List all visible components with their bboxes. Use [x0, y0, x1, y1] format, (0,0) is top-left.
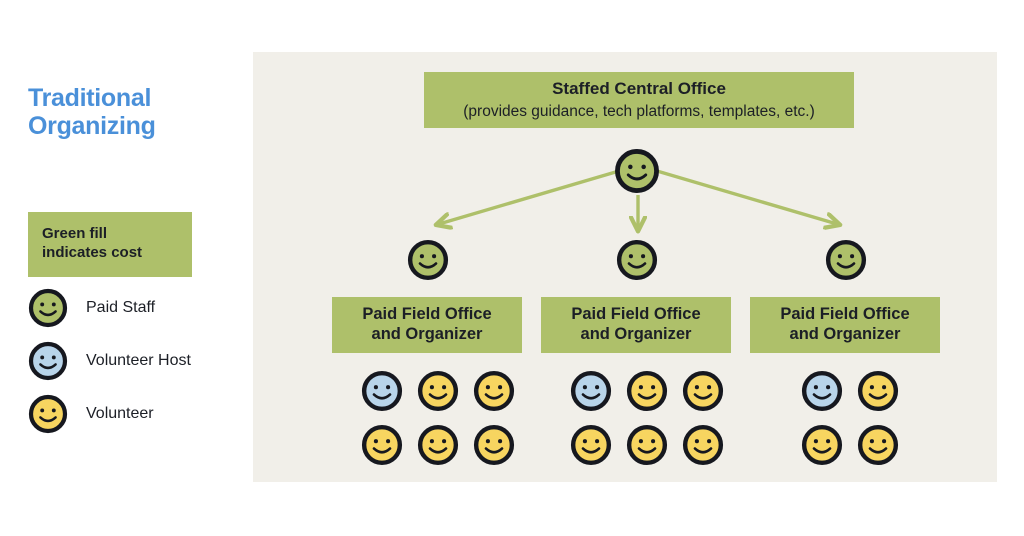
volunteer-cluster-2 [567, 367, 727, 469]
field-office-line-1: Paid Field Office [571, 305, 701, 324]
smiley-face-icon [616, 239, 658, 281]
org-chart-diagram: Staffed Central Office (provides guidanc… [253, 52, 997, 482]
legend-item-label: Volunteer [86, 405, 154, 422]
smiley-face-icon [679, 421, 727, 469]
smiley-face-icon [854, 367, 902, 415]
field-office-line-1: Paid Field Office [362, 305, 492, 324]
smiley-face-icon [470, 421, 518, 469]
page-title-line-2: Organizing [28, 112, 156, 140]
cost-legend-note-line-2: indicates cost [42, 243, 143, 261]
smiley-face-icon [470, 367, 518, 415]
field-office-line-2: and Organizer [580, 325, 692, 343]
smiley-face-icon [798, 367, 846, 415]
smiley-face-icon [854, 421, 902, 469]
smiley-face-icon [407, 239, 449, 281]
legend-item-paid-staff: Paid Staff [28, 288, 155, 328]
left-legend-panel: Traditional Organizing Green fill indica… [0, 0, 253, 536]
smiley-face-icon [679, 367, 727, 415]
cost-legend-note-line-1: Green fill [42, 225, 108, 242]
field-organizer-node-2 [616, 239, 658, 281]
field-organizer-node-3 [825, 239, 867, 281]
smiley-face-icon [358, 367, 406, 415]
smiley-face-icon [825, 239, 867, 281]
smiley-face-icon [358, 421, 406, 469]
smiley-face-icon [414, 367, 462, 415]
legend-item-label: Paid Staff [86, 299, 156, 316]
smiley-face-icon [623, 367, 671, 415]
page-title-line-1: Traditional [28, 84, 152, 112]
field-organizer-node-1 [407, 239, 449, 281]
smiley-face-icon [798, 421, 846, 469]
smiley-face-icon [614, 148, 660, 194]
smiley-face-icon [567, 421, 615, 469]
legend-item-volunteer: Volunteer [28, 394, 154, 434]
volunteer-cluster-1 [358, 367, 518, 469]
field-office-box-1: Paid Field Office and Organizer [332, 297, 522, 353]
smiley-face-icon [623, 421, 671, 469]
field-office-line-1: Paid Field Office [780, 305, 910, 324]
legend-item-label: Volunteer Host [86, 352, 191, 369]
smiley-face-icon [28, 288, 68, 328]
smiley-face-icon [28, 341, 68, 381]
smiley-face-icon [28, 394, 68, 434]
field-office-box-3: Paid Field Office and Organizer [750, 297, 940, 353]
central-office-subtitle: (provides guidance, tech platforms, temp… [463, 102, 815, 120]
field-office-line-2: and Organizer [371, 325, 483, 343]
legend-item-volunteer-host: Volunteer Host [28, 341, 191, 381]
central-office-title: Staffed Central Office [552, 79, 726, 99]
central-office-box: Staffed Central Office (provides guidanc… [424, 72, 854, 128]
volunteer-cluster-3 [798, 367, 902, 469]
page-title: Traditional Organizing [28, 84, 228, 140]
cost-legend-note: Green fill indicates cost [28, 212, 192, 277]
field-office-line-2: and Organizer [789, 325, 901, 343]
field-office-box-2: Paid Field Office and Organizer [541, 297, 731, 353]
smiley-face-icon [567, 367, 615, 415]
central-office-staff-node [614, 148, 660, 194]
smiley-face-icon [414, 421, 462, 469]
